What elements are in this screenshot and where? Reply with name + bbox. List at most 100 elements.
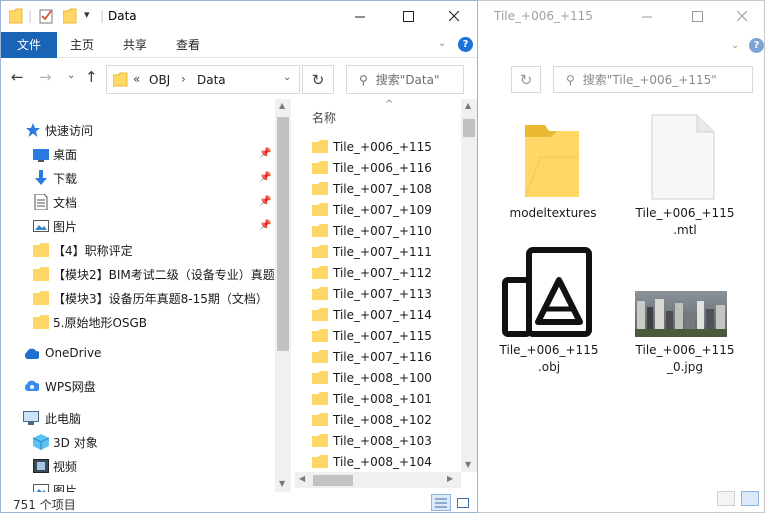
new-folder-icon[interactable] xyxy=(63,8,77,24)
content-vertical-scrollbar[interactable]: ▲ ▼ xyxy=(461,99,477,472)
help-icon[interactable]: ? xyxy=(749,38,764,53)
nav-onedrive[interactable]: OneDrive xyxy=(1,342,275,366)
list-item[interactable]: Tile_+007_+115 xyxy=(312,325,462,346)
list-item[interactable]: Tile_+007_+114 xyxy=(312,304,462,325)
pin-icon[interactable]: 📌 xyxy=(259,172,271,183)
tab-view[interactable]: 查看 xyxy=(167,32,209,58)
chevron-down-icon[interactable]: ⌄ xyxy=(731,40,739,51)
breadcrumb-obj[interactable]: OBJ xyxy=(149,73,170,87)
item-count: 751 个项目 xyxy=(13,498,76,512)
tab-home[interactable]: 主页 xyxy=(61,32,103,58)
up-arrow-icon[interactable]: ↑ xyxy=(85,68,98,86)
folder-icon xyxy=(312,455,328,468)
details-view-icon[interactable] xyxy=(717,491,735,506)
nav-item-pictures[interactable]: 图片 📌 xyxy=(1,214,275,238)
folder-icon xyxy=(312,287,328,300)
content-scrollbar-thumb[interactable] xyxy=(463,119,475,137)
column-name[interactable]: 名称 xyxy=(312,109,336,126)
image-thumbnail xyxy=(635,291,727,337)
minimize-icon[interactable] xyxy=(337,2,383,31)
back-arrow-icon[interactable]: ← xyxy=(11,68,24,86)
list-item[interactable]: Tile_+008_+100 xyxy=(312,367,462,388)
customize-toolbar-icon[interactable]: ▾ xyxy=(84,8,90,21)
list-item[interactable]: Tile_+007_+108 xyxy=(312,178,462,199)
file-list: ^ 名称 Tile_+006_+115 Tile_+006_+116 Tile_… xyxy=(295,99,477,492)
download-icon xyxy=(35,170,47,185)
tab-file[interactable]: 文件 xyxy=(1,32,57,58)
chevron-down-icon[interactable]: ⌄ xyxy=(283,72,291,83)
list-item[interactable]: Tile_+008_+102 xyxy=(312,409,462,430)
content-horizontal-scrollbar[interactable]: ◀ ▶ xyxy=(295,472,461,488)
background-address-bar: ↻ ⚲ 搜索"Tile_+006_+115" xyxy=(478,60,765,98)
refresh-icon[interactable]: ↻ xyxy=(302,65,334,94)
search-input[interactable]: ⚲ 搜索"Data" xyxy=(346,65,464,94)
minimize-icon[interactable] xyxy=(624,3,670,30)
overflow-crumbs[interactable]: « xyxy=(133,72,140,86)
nav-quick-access[interactable]: 快速访问 xyxy=(1,118,275,142)
nav-item-folder[interactable]: 5.原始地形OSGB xyxy=(1,310,275,334)
refresh-icon[interactable]: ↻ xyxy=(511,66,541,93)
list-item[interactable]: Tile_+008_+103 xyxy=(312,430,462,451)
nav-item-folder[interactable]: 【模块2】BIM考试二级（设备专业）真题 xyxy=(1,262,275,286)
nav-item-pictures[interactable]: 图片 xyxy=(1,478,275,492)
scroll-down-icon[interactable]: ▼ xyxy=(465,460,471,469)
content-hscroll-thumb[interactable] xyxy=(313,475,353,486)
scroll-up-icon[interactable]: ▲ xyxy=(279,101,285,110)
list-item[interactable]: Tile_+007_+113 xyxy=(312,283,462,304)
close-icon[interactable] xyxy=(431,2,477,31)
scroll-up-icon[interactable]: ▲ xyxy=(465,101,471,110)
properties-icon[interactable] xyxy=(39,7,55,25)
nav-this-pc[interactable]: 此电脑 xyxy=(1,406,275,430)
list-item[interactable]: Tile_+007_+112 xyxy=(312,262,462,283)
chevron-down-icon[interactable]: ⌄ xyxy=(438,38,446,49)
tab-share[interactable]: 共享 xyxy=(114,32,156,58)
list-item[interactable]: Tile_+006_+116 xyxy=(312,157,462,178)
nav-scrollbar-thumb[interactable] xyxy=(277,117,289,351)
nav-wps-drive[interactable]: WPS网盘 xyxy=(1,374,275,398)
background-explorer-window: Tile_+006_+115 ⌄ ? ↻ ⚲ 搜索"Tile_+006_+115… xyxy=(478,0,765,513)
details-view-icon[interactable] xyxy=(431,494,451,511)
pin-icon[interactable]: 📌 xyxy=(259,196,271,207)
recent-locations-icon[interactable]: ⌄ xyxy=(67,70,75,81)
nav-item-folder[interactable]: 【4】职称评定 xyxy=(1,238,275,262)
breadcrumb-data[interactable]: Data xyxy=(197,73,226,87)
title-bar[interactable]: | ▾ | Data xyxy=(1,1,477,32)
maximize-icon[interactable] xyxy=(674,3,720,30)
background-title-bar[interactable]: Tile_+006_+115 xyxy=(478,1,765,32)
list-item[interactable]: Tile_+008_+104 xyxy=(312,451,462,472)
list-item[interactable]: Tile_+007_+110 xyxy=(312,220,462,241)
forward-arrow-icon[interactable]: → xyxy=(39,68,52,86)
pin-icon[interactable]: 📌 xyxy=(259,220,271,231)
help-icon[interactable]: ? xyxy=(458,37,473,52)
nav-item-videos[interactable]: 视频 xyxy=(1,454,275,478)
tile-obj-file[interactable]: Tile_+006_+115 .obj xyxy=(484,246,614,376)
list-item[interactable]: Tile_+007_+109 xyxy=(312,199,462,220)
list-item[interactable]: Tile_+006_+115 xyxy=(312,136,462,157)
nav-item-downloads[interactable]: 下载 📌 xyxy=(1,166,275,190)
scroll-left-icon[interactable]: ◀ xyxy=(299,474,305,483)
pin-icon[interactable]: 📌 xyxy=(259,148,271,159)
navigation-bar: ← → ⌄ ↑ « OBJ › Data ⌄ ↻ ⚲ 搜索"Data" xyxy=(1,59,477,99)
nav-scrollbar[interactable]: ▲ ▼ xyxy=(275,99,291,492)
tile-modeltextures[interactable]: modeltextures xyxy=(488,109,618,229)
large-icons-view-icon[interactable] xyxy=(741,491,759,506)
tile-mtl-file[interactable]: Tile_+006_+115 .mtl xyxy=(620,109,750,239)
list-item[interactable]: Tile_+007_+111 xyxy=(312,241,462,262)
scroll-right-icon[interactable]: ▶ xyxy=(447,474,453,483)
address-box[interactable]: « OBJ › Data ⌄ xyxy=(106,65,300,94)
background-search-input[interactable]: ⚲ 搜索"Tile_+006_+115" xyxy=(553,66,753,93)
list-item[interactable]: Tile_+008_+101 xyxy=(312,388,462,409)
nav-item-documents[interactable]: 文档 📌 xyxy=(1,190,275,214)
wps-cloud-icon xyxy=(24,380,39,391)
list-item[interactable]: Tile_+007_+116 xyxy=(312,346,462,367)
scroll-down-icon[interactable]: ▼ xyxy=(279,479,285,488)
maximize-icon[interactable] xyxy=(385,2,431,31)
large-icons-view-icon[interactable] xyxy=(453,494,473,511)
nav-item-3d-objects[interactable]: 3D 对象 xyxy=(1,430,275,454)
nav-item-folder[interactable]: 【模块3】设备历年真题8-15期（文档） xyxy=(1,286,275,310)
close-icon[interactable] xyxy=(719,3,765,30)
tile-jpg-file[interactable]: Tile_+006_+115 _0.jpg xyxy=(620,246,750,376)
nav-item-desktop[interactable]: 桌面 📌 xyxy=(1,142,275,166)
column-header[interactable]: ^ 名称 xyxy=(295,99,461,125)
folder-icon xyxy=(312,308,328,321)
